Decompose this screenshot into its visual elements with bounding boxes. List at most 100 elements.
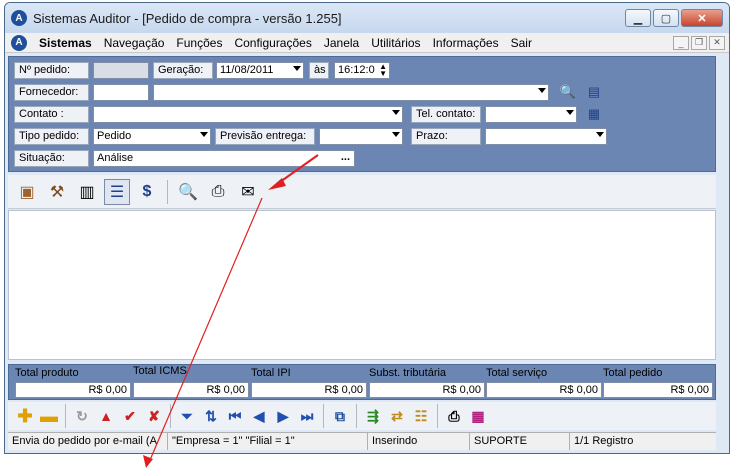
fornecedor-label: Fornecedor: xyxy=(14,84,89,101)
confirm-check-icon[interactable]: ✔ xyxy=(119,405,141,427)
window-title: Sistemas Auditor - [Pedido de compra - v… xyxy=(33,10,342,26)
total-ipi-label: Total IPI xyxy=(251,367,291,379)
chevron-down-icon[interactable] xyxy=(596,132,604,137)
menu-navegacao[interactable]: Navegação xyxy=(98,36,171,50)
totals-panel: Total produto R$ 0,00 Total ICMS R$ 0,00… xyxy=(8,364,716,400)
total-servico: Total serviço R$ 0,00 xyxy=(486,367,602,399)
last-record-icon[interactable]: ⏭ xyxy=(296,405,318,427)
next-record-icon[interactable]: ▶ xyxy=(272,405,294,427)
total-ipi-value: R$ 0,00 xyxy=(251,382,367,398)
mdi-restore-button[interactable]: ❐ xyxy=(691,35,707,50)
search-icon[interactable]: 🔍 xyxy=(559,84,577,100)
email-icon[interactable]: ✉ xyxy=(235,179,261,205)
status-bar: Envia do pedido por e-mail (A "Empresa =… xyxy=(8,432,716,450)
chevron-down-icon[interactable] xyxy=(200,132,208,137)
app-logo-icon: A xyxy=(11,10,27,26)
order-form: Nº pedido: Geração: 11/08/2011 às 16:12:… xyxy=(8,56,716,172)
situacao-label: Situação: xyxy=(14,150,89,167)
total-icms: Total ICMS R$ 0,00 xyxy=(133,365,249,398)
minimize-button[interactable]: ▁ xyxy=(625,9,651,27)
menu-sistemas[interactable]: Sistemas xyxy=(33,36,98,50)
refresh-icon[interactable]: ↻ xyxy=(71,405,93,427)
film-icon[interactable]: ▥ xyxy=(74,179,100,205)
table-icon[interactable]: ▦ xyxy=(585,106,603,122)
box-icon[interactable]: ▣ xyxy=(14,179,40,205)
tipo-select[interactable]: Pedido xyxy=(93,128,211,145)
situacao-field[interactable]: Análise... xyxy=(93,150,355,167)
previous-record-icon[interactable]: ◀ xyxy=(248,405,270,427)
geracao-time-value: 16:12:0 xyxy=(338,64,375,76)
chevron-down-icon[interactable] xyxy=(392,110,400,115)
contato-label: Contato : xyxy=(14,106,89,123)
menu-utilitarios[interactable]: Utilitários xyxy=(365,36,426,50)
menu-informacoes[interactable]: Informações xyxy=(427,36,505,50)
status-filter: "Empresa = 1" "Filial = 1" xyxy=(168,433,368,450)
menu-sair[interactable]: Sair xyxy=(505,36,538,50)
copy-icon[interactable]: ⧉ xyxy=(329,405,351,427)
subst-tributaria-value: R$ 0,00 xyxy=(369,382,485,398)
pedido-field[interactable] xyxy=(93,62,149,79)
total-pedido-label: Total pedido xyxy=(603,367,663,379)
menu-janela[interactable]: Janela xyxy=(318,36,365,50)
geracao-time-field[interactable]: 16:12:0 ▲ ▼ xyxy=(334,62,390,79)
as-label: às xyxy=(309,62,329,79)
hammer-icon[interactable]: ⚒ xyxy=(44,179,70,205)
total-produto-value: R$ 0,00 xyxy=(15,382,131,398)
prazo-select[interactable] xyxy=(485,128,607,145)
filter-icon[interactable]: ⏷ xyxy=(176,405,198,427)
mdi-close-button[interactable]: ✕ xyxy=(709,35,725,50)
document-icon[interactable]: ☰ xyxy=(104,178,130,205)
previsao-label: Previsão entrega: xyxy=(215,128,315,145)
add-icon[interactable]: ✚ xyxy=(14,405,36,427)
printer-icon[interactable]: ⎙ xyxy=(443,405,465,427)
chevron-down-icon[interactable] xyxy=(538,88,546,93)
menu-configuracoes[interactable]: Configurações xyxy=(228,36,317,50)
chevron-down-icon[interactable] xyxy=(293,66,301,71)
warning-icon[interactable]: ▲ xyxy=(95,405,117,427)
maximize-button[interactable]: ▢ xyxy=(653,9,679,27)
export-icon[interactable]: ⇶ xyxy=(362,405,384,427)
total-pedido: Total pedido R$ 0,00 xyxy=(603,367,713,399)
chevron-down-icon[interactable] xyxy=(566,110,574,115)
mdi-minimize-button[interactable]: _ xyxy=(673,35,689,50)
menu-bar: A Sistemas Navegação Funções Configuraçõ… xyxy=(5,33,729,53)
previsao-field[interactable] xyxy=(319,128,403,145)
toolbar-separator xyxy=(356,404,357,428)
printer-icon[interactable]: ⎙ xyxy=(205,179,231,205)
tipo-label: Tipo pedido: xyxy=(14,128,89,145)
fornecedor-name-field[interactable] xyxy=(153,84,549,101)
search-icon[interactable]: 🔍 xyxy=(175,179,201,205)
tipo-value: Pedido xyxy=(97,130,132,142)
arrow-head-bottom xyxy=(143,455,153,468)
chevron-down-icon[interactable] xyxy=(392,132,400,137)
transfer-icon[interactable]: ⇄ xyxy=(386,405,408,427)
close-button[interactable]: ✕ xyxy=(681,9,723,27)
app-menu-icon[interactable]: A xyxy=(11,34,27,51)
navigation-toolbar: ✚ ▬ ↻ ▲ ✔ ✘ ⏷ ⇅ ⏮ ◀ ▶ ⏭ ⧉ ⇶ ⇄ ☷ ⎙ ▦ xyxy=(8,402,716,430)
status-user: SUPORTE xyxy=(470,433,570,450)
cancel-x-icon[interactable]: ✘ xyxy=(143,405,165,427)
list-icon[interactable]: ▤ xyxy=(585,84,603,100)
subst-tributaria-label: Subst. tributária xyxy=(369,367,447,379)
geracao-date-field[interactable]: 11/08/2011 xyxy=(216,62,304,79)
ellipsis-button[interactable]: ... xyxy=(341,151,350,163)
menu-funcoes[interactable]: Funções xyxy=(170,36,228,50)
list-edit-icon[interactable]: ☷ xyxy=(410,405,432,427)
fornecedor-code-field[interactable] xyxy=(93,84,149,101)
contato-field[interactable] xyxy=(93,106,403,123)
subst-tributaria: Subst. tributária R$ 0,00 xyxy=(369,367,485,399)
spinner-icon[interactable]: ▲ ▼ xyxy=(379,63,387,78)
tel-field[interactable] xyxy=(485,106,577,123)
total-produto: Total produto R$ 0,00 xyxy=(15,367,131,399)
calendar-icon[interactable]: ▦ xyxy=(467,405,489,427)
first-record-icon[interactable]: ⏮ xyxy=(224,405,246,427)
sort-icon[interactable]: ⇅ xyxy=(200,405,222,427)
dollar-icon[interactable]: $ xyxy=(134,179,160,205)
remove-icon[interactable]: ▬ xyxy=(38,405,60,427)
total-produto-label: Total produto xyxy=(15,367,79,379)
status-records: 1/1 Registro xyxy=(574,435,634,447)
toolbar-separator xyxy=(323,404,324,428)
prazo-label: Prazo: xyxy=(411,128,481,145)
geracao-date-value: 11/08/2011 xyxy=(220,64,274,76)
items-grid[interactable] xyxy=(8,210,716,360)
